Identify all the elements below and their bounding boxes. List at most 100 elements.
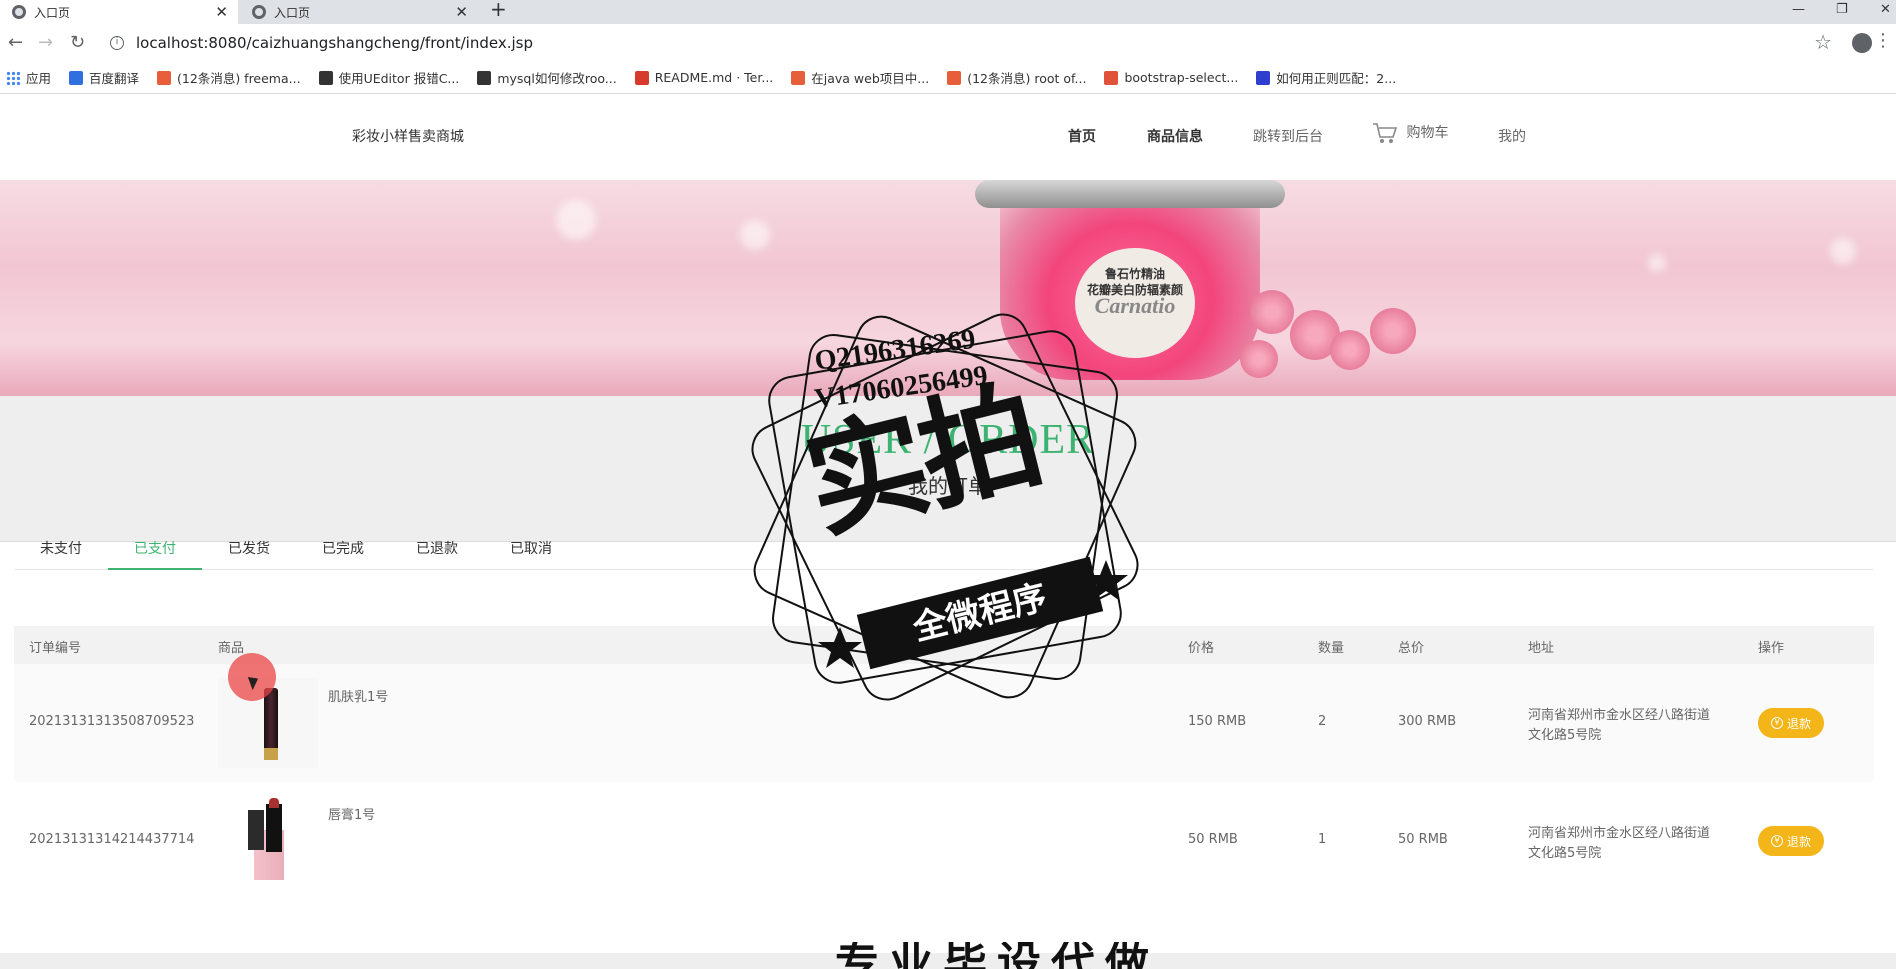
bookmark-item[interactable]: README.md · Ter... (634, 70, 774, 85)
bookmark-label: 使用UEditor 报错C... (338, 71, 460, 86)
order-no: 20213131313508709523 (29, 714, 195, 729)
apps-icon (6, 70, 20, 85)
close-tab-icon[interactable]: ✕ (215, 3, 228, 21)
product-image-tip (269, 798, 279, 808)
nav-admin[interactable]: 跳转到后台 (1253, 126, 1323, 146)
bookmark-item[interactable]: mysql如何修改roo... (477, 68, 617, 87)
new-tab-icon[interactable]: + (490, 0, 507, 19)
bookmark-item[interactable]: 在java web项目中... (791, 68, 929, 87)
bookmark-item[interactable]: 百度翻译 (69, 68, 139, 87)
close-window-icon[interactable]: ✕ (1880, 2, 1891, 17)
watermark-bottom-text: 专业毕设代做 (835, 942, 1159, 969)
tab-shipped[interactable]: 已发货 (202, 530, 296, 570)
table-row: 20213131314214437714 唇膏1号 50 RMB 1 50 RM… (14, 782, 1874, 900)
refund-button[interactable]: ¥ 退款 (1758, 708, 1824, 738)
refund-button[interactable]: ¥ 退款 (1758, 826, 1824, 856)
nav-mine[interactable]: 我的 (1498, 126, 1526, 146)
browser-chrome: 入口页 ✕ 入口页 ✕ + — ❐ ✕ ← → ↻ i localhost:80… (0, 0, 1896, 94)
minimize-icon[interactable]: — (1792, 2, 1805, 17)
col-total: 总价 (1398, 641, 1425, 656)
bookmark-item[interactable]: 应用 (6, 68, 51, 87)
quantity: 2 (1318, 714, 1327, 729)
bookmark-label: 应用 (26, 71, 52, 86)
order-no: 20213131314214437714 (29, 832, 195, 847)
browser-tab-title: 入口页 (34, 5, 71, 20)
price: 150 RMB (1188, 714, 1247, 729)
col-price: 价格 (1188, 641, 1215, 656)
favicon-icon (69, 70, 84, 85)
bokeh-light (740, 220, 770, 250)
nav-cart-label: 购物车 (1406, 125, 1449, 141)
bookmark-label: mysql如何修改roo... (497, 71, 617, 86)
product-name[interactable]: 肌肤乳1号 (328, 686, 388, 705)
tab-refunded[interactable]: 已退款 (390, 530, 484, 570)
bookmark-label: 如何用正则匹配：2... (1276, 71, 1397, 86)
favicon-icon (947, 70, 962, 85)
product-name[interactable]: 唇膏1号 (328, 804, 375, 823)
bookmark-item[interactable]: (12条消息) freema... (157, 68, 301, 87)
product-image-bullet (266, 804, 282, 852)
url-field[interactable]: i localhost:8080/caizhuangshangcheng/fro… (100, 29, 1830, 57)
restore-icon[interactable]: ❐ (1836, 2, 1848, 17)
back-icon[interactable]: ← (8, 32, 23, 53)
favicon-icon (157, 70, 172, 85)
favicon-icon (791, 70, 806, 85)
bookmarks-bar: 应用 百度翻译 (12条消息) freema... 使用UEditor 报错C... m… (0, 62, 1896, 94)
bookmark-label: (12条消息) root of... (967, 71, 1087, 86)
bookmark-item[interactable]: 使用UEditor 报错C... (318, 68, 460, 87)
tab-paid[interactable]: 已支付 (108, 530, 202, 570)
bokeh-light (1648, 254, 1666, 272)
total: 300 RMB (1398, 714, 1457, 729)
favicon-icon (477, 70, 492, 85)
nav-cart[interactable]: 购物车 (1372, 122, 1448, 144)
address-bar: ← → ↻ i localhost:8080/caizhuangshangche… (0, 24, 1896, 62)
col-qty: 数量 (1318, 641, 1345, 656)
account-icon[interactable] (1852, 33, 1872, 53)
rose-decoration (1370, 308, 1416, 354)
forward-icon[interactable]: → (38, 32, 53, 53)
address-line-1: 河南省郑州市金水区经八路街道 (1528, 708, 1711, 723)
favicon-icon (1256, 70, 1271, 85)
globe-icon (12, 5, 26, 19)
bookmark-item[interactable]: bootstrap-select... (1104, 70, 1238, 85)
browser-tab-2[interactable]: 入口页 ✕ (240, 0, 478, 24)
product-image-cap (248, 810, 264, 850)
bookmark-label: 在java web项目中... (811, 71, 930, 86)
nav-products[interactable]: 商品信息 (1147, 126, 1203, 146)
info-icon[interactable]: i (110, 36, 124, 50)
bookmark-label: (12条消息) freema... (177, 71, 301, 86)
bookmark-label: 百度翻译 (89, 71, 140, 86)
close-tab-icon[interactable]: ✕ (455, 3, 468, 21)
product-thumbnail[interactable] (218, 796, 318, 886)
favicon-icon (318, 70, 333, 85)
address-line-1: 河南省郑州市金水区经八路街道 (1528, 826, 1711, 841)
nav-home[interactable]: 首页 (1068, 126, 1096, 146)
col-action: 操作 (1758, 641, 1785, 656)
bookmark-label: README.md · Ter... (654, 70, 774, 85)
yen-icon: ¥ (1770, 835, 1783, 847)
tab-completed[interactable]: 已完成 (296, 530, 390, 570)
url-text: localhost:8080/caizhuangshangcheng/front… (136, 34, 533, 52)
tab-cancelled[interactable]: 已取消 (484, 530, 578, 570)
address-line-2: 文化路5号院 (1528, 846, 1602, 861)
rose-decoration (1250, 290, 1294, 334)
menu-icon[interactable]: ⋮ (1874, 30, 1892, 51)
site-brand[interactable]: 彩妆小样售卖商城 (352, 126, 464, 146)
bookmark-star-icon[interactable]: ☆ (1814, 30, 1832, 54)
bookmark-item[interactable]: 如何用正则匹配：2... (1256, 68, 1396, 87)
price: 50 RMB (1188, 832, 1238, 847)
bookmark-item[interactable]: (12条消息) root of... (947, 68, 1086, 87)
address-line-2: 文化路5号院 (1528, 728, 1602, 743)
globe-icon (252, 5, 266, 19)
rose-decoration (1330, 330, 1370, 370)
favicon-icon (1104, 70, 1119, 85)
bookmark-label: bootstrap-select... (1124, 70, 1239, 85)
rose-decoration (1240, 340, 1278, 378)
reload-icon[interactable]: ↻ (70, 32, 85, 53)
refund-label: 退款 (1786, 716, 1811, 731)
bokeh-light (556, 200, 596, 240)
browser-tab-1[interactable]: 入口页 ✕ (0, 0, 238, 24)
favicon-icon (634, 70, 649, 85)
tab-unpaid[interactable]: 未支付 (14, 530, 108, 570)
yen-icon: ¥ (1770, 717, 1783, 729)
